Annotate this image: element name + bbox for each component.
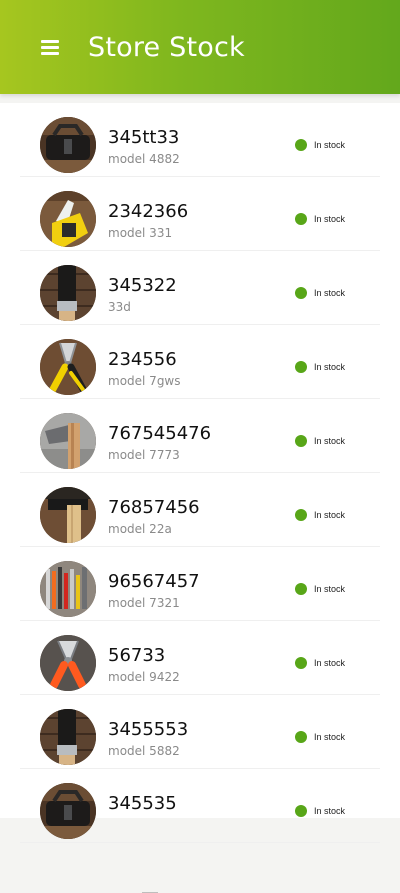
- status-dot-icon: [295, 805, 307, 817]
- list-item[interactable]: 96567457 model 7321 In stock: [20, 547, 380, 621]
- tool-bag-photo: [40, 117, 96, 173]
- wire-cutters-image: [40, 635, 96, 691]
- status-dot-icon: [295, 139, 307, 151]
- item-model: model 331: [108, 226, 173, 240]
- item-name: 345tt33: [108, 127, 180, 148]
- status-dot-icon: [295, 583, 307, 595]
- page-title: Store Stock: [88, 32, 245, 63]
- list-item[interactable]: 3455553 model 5882 In stock: [20, 695, 380, 769]
- wire-cutters-photo: [40, 635, 96, 691]
- status-dot-icon: [295, 287, 307, 299]
- status-dot-icon: [295, 657, 307, 669]
- utility-knife-photo: [40, 191, 96, 247]
- item-name: 234556: [108, 349, 177, 370]
- status-label: In stock: [314, 732, 346, 742]
- item-model: model 7773: [108, 448, 180, 462]
- hammer-handle-image: [40, 487, 96, 543]
- list-item[interactable]: 2342366 model 331 In stock: [20, 177, 380, 251]
- item-name: 3455553: [108, 719, 189, 740]
- list-item[interactable]: 345535 In stock: [20, 769, 380, 843]
- status-dot-icon: [295, 435, 307, 447]
- list-item[interactable]: 234556 model 7gws In stock: [20, 325, 380, 399]
- list-item[interactable]: 76857456 model 22a In stock: [20, 473, 380, 547]
- paint-brush-photo: [40, 709, 96, 765]
- status-label: In stock: [314, 288, 346, 298]
- status-dot-icon: [295, 213, 307, 225]
- stock-list: 345tt33 model 4882 In stock 2342366 mode…: [20, 103, 380, 843]
- status-label: In stock: [314, 584, 346, 594]
- item-model: model 5882: [108, 744, 180, 758]
- item-name: 2342366: [108, 201, 189, 222]
- item-name: 767545476: [108, 423, 212, 444]
- list-item[interactable]: 767545476 model 7773 In stock: [20, 399, 380, 473]
- stock-list-card: 345tt33 model 4882 In stock 2342366 mode…: [0, 103, 400, 893]
- item-name: 345322: [108, 275, 177, 296]
- utility-knife-image: [40, 191, 96, 247]
- item-model: model 7321: [108, 596, 180, 610]
- paint-brush-image: [40, 265, 96, 321]
- status-label: In stock: [314, 510, 346, 520]
- hammer-image: [40, 413, 96, 469]
- list-item[interactable]: 345322 33d In stock: [20, 251, 380, 325]
- status-dot-icon: [295, 509, 307, 521]
- status-label: In stock: [314, 658, 346, 668]
- item-model: model 22a: [108, 522, 172, 536]
- menu-line: [41, 46, 59, 49]
- item-name: 56733: [108, 645, 166, 666]
- hamburger-menu-icon[interactable]: [36, 34, 64, 62]
- paint-brush-image: [40, 709, 96, 765]
- tool-bag-image: [40, 117, 96, 173]
- status-label: In stock: [314, 362, 346, 372]
- status-label: In stock: [314, 214, 346, 224]
- status-dot-icon: [295, 361, 307, 373]
- item-model: model 9422: [108, 670, 180, 684]
- item-model: model 7gws: [108, 374, 181, 388]
- menu-line: [41, 52, 59, 55]
- list-item[interactable]: 56733 model 9422 In stock: [20, 621, 380, 695]
- list-item[interactable]: 345tt33 model 4882 In stock: [20, 103, 380, 177]
- status-label: In stock: [314, 140, 346, 150]
- item-name: 345535: [108, 793, 177, 814]
- hammer-handle-photo: [40, 487, 96, 543]
- tool-set-photo: [40, 561, 96, 617]
- pliers-image: [40, 339, 96, 395]
- item-model: 33d: [108, 300, 131, 314]
- status-label: In stock: [314, 436, 346, 446]
- pliers-photo: [40, 339, 96, 395]
- tool-bag-image: [40, 783, 96, 839]
- status-label: In stock: [314, 806, 346, 816]
- status-dot-icon: [295, 731, 307, 743]
- tool-set-image: [40, 561, 96, 617]
- tool-bag-photo: [40, 783, 96, 839]
- item-model: model 4882: [108, 152, 180, 166]
- paint-brush-photo: [40, 265, 96, 321]
- item-name: 96567457: [108, 571, 200, 592]
- menu-line: [41, 40, 59, 43]
- app-bar: Store Stock: [0, 0, 400, 94]
- item-name: 76857456: [108, 497, 200, 518]
- hammer-photo: [40, 413, 96, 469]
